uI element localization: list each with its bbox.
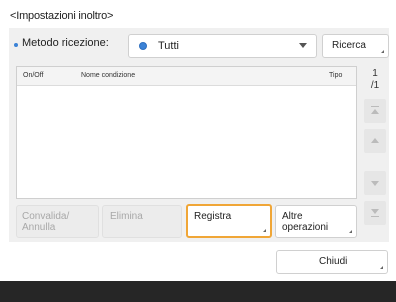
other-operations-button[interactable]: Altre operazioni: [275, 205, 357, 238]
page-current: 1: [372, 68, 378, 79]
scroll-up-icon: [371, 138, 379, 143]
column-condition-name: Nome condizione: [81, 72, 136, 79]
corner-arrow-icon: [381, 50, 384, 53]
page-total: /1: [370, 80, 380, 91]
page-indicator: 1 /1: [364, 68, 386, 92]
chevron-down-icon: [299, 43, 307, 48]
reception-method-value: Tutti: [158, 40, 179, 52]
scroll-down-icon: [371, 181, 379, 186]
validate-cancel-label: Convalida/ Annulla: [22, 211, 69, 233]
page-title: <Impostazioni inoltro>: [10, 10, 114, 22]
reception-method-label: Metodo ricezione:: [22, 37, 109, 49]
scroll-top-bar: [371, 106, 379, 107]
close-button-label: Chiudi: [319, 256, 348, 267]
corner-arrow-icon: [263, 229, 266, 232]
bottom-status-bar: [0, 281, 396, 302]
other-ops-line1: Altre: [282, 211, 303, 222]
corner-arrow-icon: [380, 266, 383, 269]
required-bullet-icon: [14, 43, 18, 47]
reception-method-dropdown[interactable]: Tutti: [128, 34, 317, 58]
other-ops-line2: operazioni: [282, 222, 329, 233]
scroll-top-icon: [371, 109, 379, 114]
delete-button-label: Elimina: [110, 211, 143, 222]
scroll-down-button[interactable]: [364, 171, 386, 195]
table-header: On/Off Nome condizione Tipo: [17, 67, 356, 86]
scroll-bottom-button[interactable]: [364, 201, 386, 225]
column-type: Tipo: [329, 72, 343, 79]
scroll-bottom-bar: [371, 216, 379, 217]
validate-label-line1: Convalida/: [22, 211, 70, 222]
column-on-off: On/Off: [23, 72, 44, 79]
radio-selected-icon: [139, 42, 147, 50]
register-button-label: Registra: [194, 211, 232, 222]
other-operations-label: Altre operazioni: [282, 211, 328, 233]
conditions-table: On/Off Nome condizione Tipo: [16, 66, 357, 199]
validate-label-line2: Annulla: [22, 222, 56, 233]
close-button[interactable]: Chiudi: [276, 250, 388, 274]
delete-button[interactable]: Elimina: [102, 205, 182, 238]
register-button[interactable]: Registra: [186, 204, 272, 238]
scroll-top-button[interactable]: [364, 99, 386, 123]
scroll-up-button[interactable]: [364, 129, 386, 153]
search-button[interactable]: Ricerca: [322, 34, 389, 58]
corner-arrow-icon: [349, 230, 352, 233]
search-button-label: Ricerca: [332, 40, 366, 51]
scroll-bottom-icon: [371, 209, 379, 214]
validate-cancel-button[interactable]: Convalida/ Annulla: [16, 205, 99, 238]
